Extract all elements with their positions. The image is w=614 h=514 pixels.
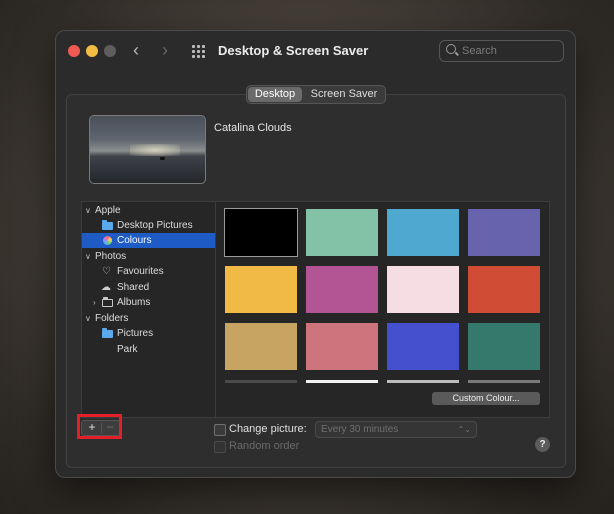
colours-icon [103,236,112,245]
colour-swatch-partial[interactable] [468,380,540,383]
back-chevron-icon[interactable]: ‹ [133,40,139,60]
sidebar-group-apple[interactable]: ∨ Apple [82,203,215,218]
annotation-highlight-box [77,414,122,439]
colour-swatch[interactable] [225,266,297,313]
disclosure-down-icon[interactable]: ∨ [85,311,91,326]
change-picture-label: Change picture: [229,423,307,435]
sidebar-item-desktop-pictures[interactable]: Desktop Pictures [82,218,215,233]
colour-swatch-grid: Custom Colour... [215,201,550,418]
zoom-window-button[interactable] [104,45,116,57]
colour-swatch-partial[interactable] [225,380,297,383]
close-window-button[interactable] [68,45,80,57]
colour-swatch[interactable] [306,323,378,370]
custom-colour-button[interactable]: Custom Colour... [432,392,540,405]
colour-swatch[interactable] [468,266,540,313]
change-picture-checkbox[interactable] [214,424,226,436]
minimize-window-button[interactable] [86,45,98,57]
colour-swatch[interactable] [387,266,459,313]
title-bar: ‹ › Desktop & Screen Saver [56,31,575,71]
preview-name: Catalina Clouds [214,122,292,134]
show-all-grid-icon[interactable] [192,45,206,59]
search-field[interactable] [439,40,564,62]
window-title: Desktop & Screen Saver [218,43,369,58]
sidebar-item-colours[interactable]: Colours [82,233,215,248]
cloud-icon: ☁ [101,282,111,293]
sidebar-item-favourites[interactable]: ♡ Favourites [82,264,215,279]
disclosure-right-icon[interactable]: › [93,295,96,310]
colour-swatch[interactable] [387,323,459,370]
disclosure-down-icon[interactable]: ∨ [85,249,91,264]
colour-swatch[interactable] [468,323,540,370]
preferences-window: ‹ › Desktop & Screen Saver Desktop Scree… [55,30,576,478]
sidebar-item-albums[interactable]: › Albums [82,295,215,310]
forward-chevron-icon[interactable]: › [162,40,168,60]
disclosure-down-icon[interactable]: ∨ [85,203,91,218]
tab-control: Desktop Screen Saver [246,85,386,104]
search-icon [446,44,456,54]
folder-icon [102,220,113,230]
sidebar-item-park[interactable]: Park [82,342,215,357]
tab-screen-saver[interactable]: Screen Saver [305,86,383,103]
colour-swatch[interactable] [306,209,378,256]
colour-swatch-partial[interactable] [306,380,378,383]
sidebar-group-folders[interactable]: ∨ Folders [82,311,215,326]
random-order-checkbox[interactable] [214,441,226,453]
up-down-chevron-icon: ⌃⌄ [457,425,471,434]
search-input[interactable] [462,43,558,59]
tab-desktop[interactable]: Desktop [248,87,302,102]
interval-popup[interactable]: Every 30 minutes ⌃⌄ [315,421,477,438]
colour-swatch[interactable] [306,266,378,313]
sidebar-item-pictures[interactable]: Pictures [82,326,215,341]
folder-icon [102,328,113,338]
interval-value: Every 30 minutes [321,424,399,435]
desktop-preview-image [89,115,206,184]
source-sidebar: ∨ Apple Desktop Pictures Colours ∨ Photo… [81,201,216,418]
colour-swatch[interactable] [468,209,540,256]
random-order-label: Random order [229,440,300,452]
colour-swatch-partial[interactable] [387,380,459,383]
sidebar-item-shared[interactable]: ☁ Shared [82,280,215,295]
colour-swatch[interactable] [387,209,459,256]
heart-icon: ♡ [102,266,111,277]
help-button[interactable]: ? [535,437,550,452]
sidebar-group-photos[interactable]: ∨ Photos [82,249,215,264]
colour-swatch[interactable] [224,208,298,257]
folder-outline-icon [102,297,113,307]
colour-swatch[interactable] [225,323,297,370]
